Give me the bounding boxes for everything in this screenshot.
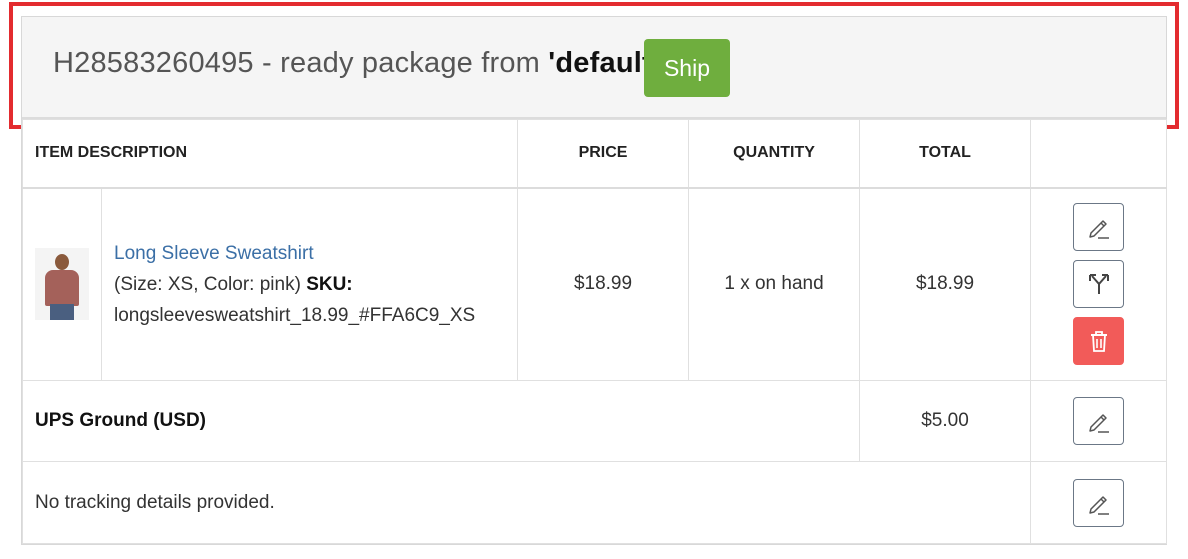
- shipping-total: $5.00: [859, 380, 1032, 462]
- product-sku: longsleevesweatshirt_18.99_#FFA6C9_XS: [114, 304, 476, 326]
- shipping-actions: [1030, 380, 1168, 462]
- delete-item-button[interactable]: [1073, 317, 1125, 366]
- split-item-button[interactable]: [1073, 260, 1125, 309]
- trash-icon: [1090, 331, 1107, 353]
- edit-item-button[interactable]: [1073, 203, 1125, 252]
- ship-button[interactable]: Ship: [644, 39, 730, 97]
- package-panel: H28583260495 - ready package from 'defau…: [21, 16, 1168, 545]
- product-thumbnail-cell: [22, 187, 102, 381]
- split-icon: [1088, 274, 1109, 295]
- product-thumbnail[interactable]: [35, 248, 89, 321]
- product-total: $18.99: [859, 187, 1032, 381]
- pencil-icon: [1088, 414, 1109, 433]
- items-table: ITEM DESCRIPTION PRICE QUANTITY TOTAL Lo…: [21, 119, 1168, 544]
- column-header-price: PRICE: [517, 119, 690, 189]
- table-header-row: ITEM DESCRIPTION PRICE QUANTITY TOTAL: [21, 119, 1168, 189]
- table-row: Long Sleeve Sweatshirt (Size: XS, Color:…: [22, 187, 1168, 381]
- tracking-details: No tracking details provided.: [21, 461, 1032, 544]
- column-header-total: TOTAL: [859, 119, 1032, 189]
- tracking-actions: [1030, 461, 1168, 544]
- product-price: $18.99: [517, 187, 690, 381]
- sku-label: SKU:: [306, 273, 353, 295]
- package-id: H28583260495: [53, 47, 254, 79]
- product-quantity: 1 x on hand: [688, 187, 861, 381]
- pencil-icon: [1088, 495, 1109, 515]
- product-actions: [1030, 187, 1168, 381]
- shipping-row: UPS Ground (USD) $5.00: [21, 380, 1168, 462]
- location-name: 'default': [548, 47, 659, 79]
- shipping-method: UPS Ground (USD): [21, 380, 861, 462]
- package-status-text: - ready package from: [253, 47, 549, 79]
- product-options: (Size: XS, Color: pink): [114, 273, 301, 295]
- package-header: H28583260495 - ready package from 'defau…: [22, 17, 1166, 119]
- edit-tracking-button[interactable]: [1073, 478, 1125, 527]
- pencil-icon: [1088, 220, 1109, 239]
- product-name-link[interactable]: Long Sleeve Sweatshirt: [114, 243, 314, 264]
- column-header-actions: [1030, 119, 1168, 189]
- package-title: H28583260495 - ready package from 'defau…: [53, 47, 659, 80]
- edit-shipping-button[interactable]: [1073, 397, 1125, 445]
- column-header-quantity: QUANTITY: [688, 119, 861, 189]
- tracking-row: No tracking details provided.: [21, 461, 1168, 544]
- column-header-description: ITEM DESCRIPTION: [21, 119, 519, 189]
- product-description: Long Sleeve Sweatshirt (Size: XS, Color:…: [100, 187, 519, 381]
